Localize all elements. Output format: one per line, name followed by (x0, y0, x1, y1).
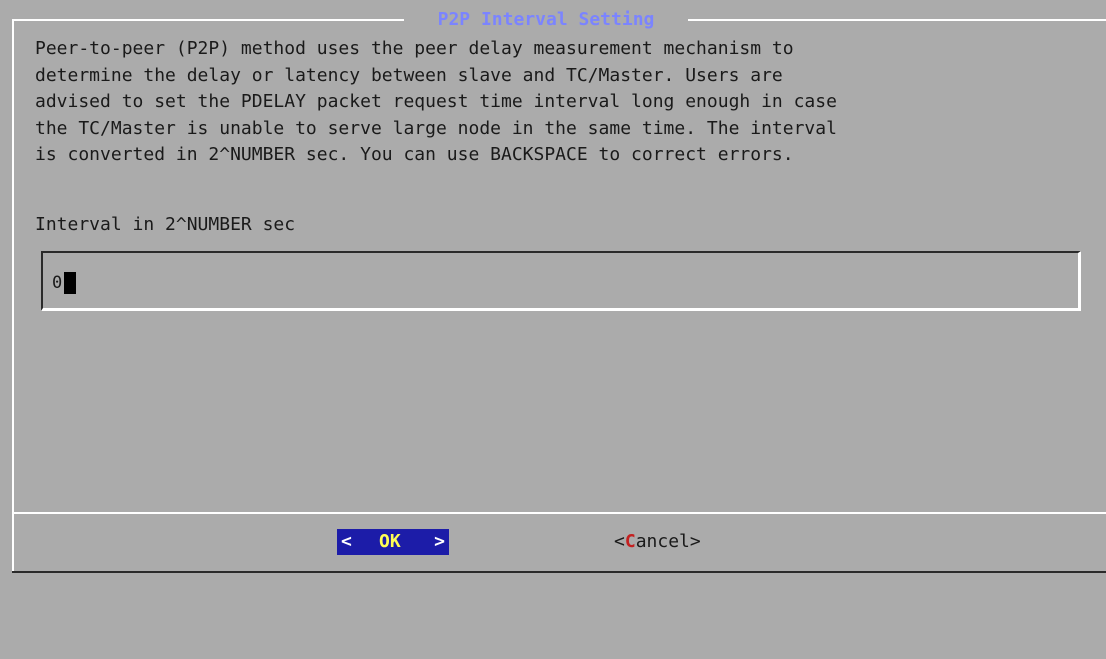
dialog-title: P2P Interval Setting (437, 9, 655, 30)
dialog-border-bottom (12, 571, 1106, 573)
cancel-label-rest: ancel (635, 531, 690, 552)
ok-button[interactable]: < OK > (337, 529, 449, 555)
cancel-open-bracket: < (614, 531, 625, 552)
ok-left-bracket: < (341, 531, 352, 552)
cancel-hotkey: C (624, 531, 636, 552)
cancel-button[interactable]: <Cancel> (614, 529, 701, 555)
interval-input[interactable]: 0 (41, 251, 1081, 311)
dialog-border-top-right (688, 19, 1106, 21)
p2p-interval-dialog: P2P Interval Setting Peer-to-peer (P2P) … (0, 0, 1106, 584)
cancel-close-bracket: > (689, 531, 701, 552)
dialog-border-top-left (12, 19, 404, 21)
dialog-description: Peer-to-peer (P2P) method uses the peer … (35, 38, 837, 166)
ok-right-bracket: > (434, 531, 445, 552)
button-area-separator (14, 512, 1106, 514)
dialog-border-left (12, 19, 14, 573)
separator-corner (12, 512, 14, 514)
interval-input-value: 0 (52, 273, 63, 293)
text-cursor (64, 272, 76, 294)
interval-field-label: Interval in 2^NUMBER sec (35, 214, 296, 235)
ok-button-label: OK (379, 531, 401, 552)
